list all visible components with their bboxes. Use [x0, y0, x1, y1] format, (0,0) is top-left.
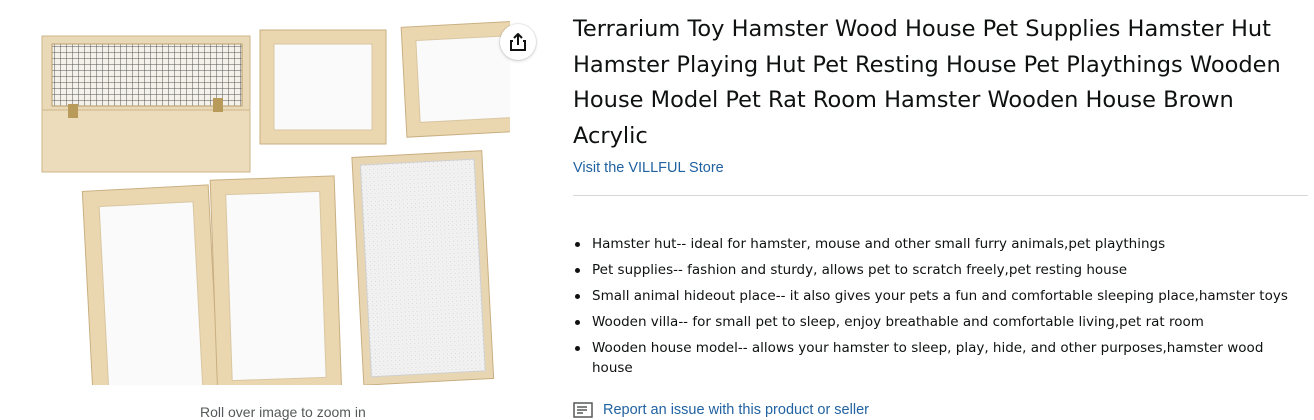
share-icon: [510, 33, 526, 51]
feature-bullet-text: Small animal hideout place-- it also giv…: [592, 288, 1288, 304]
zoom-hint: Roll over image to zoom in: [200, 404, 366, 420]
bullet-icon: [575, 294, 580, 299]
feature-bullet-text: Hamster hut-- ideal for hamster, mouse a…: [592, 236, 1166, 252]
tall-frame-piece: [209, 175, 343, 385]
mesh-panel-piece: [41, 35, 251, 173]
feature-bullet-text: Pet supplies-- fashion and sturdy, allow…: [592, 262, 1128, 278]
store-link[interactable]: Visit the VILLFUL Store: [573, 160, 724, 176]
divider: [573, 195, 1308, 196]
small-frame-piece: [259, 29, 387, 145]
product-title: Terrarium Toy Hamster Wood House Pet Sup…: [573, 16, 1281, 149]
report-issue-label: Report an issue with this product or sel…: [603, 402, 869, 418]
product-image[interactable]: [30, 10, 510, 385]
bullet-icon: [575, 242, 580, 247]
feature-bullet: Small animal hideout place-- it also giv…: [573, 286, 1308, 306]
report-icon: [573, 402, 593, 418]
tall-frame-piece: [81, 184, 220, 385]
feature-bullet: Pet supplies-- fashion and sturdy, allow…: [573, 260, 1308, 280]
bullet-icon: [575, 320, 580, 325]
small-frame-piece: [400, 20, 510, 138]
report-issue-link[interactable]: Report an issue with this product or sel…: [573, 402, 869, 418]
bullet-icon: [575, 268, 580, 273]
feature-bullet: Wooden house model-- allows your hamster…: [573, 338, 1308, 378]
image-pane: Roll over image to zoom in: [0, 0, 560, 420]
feature-bullets: Hamster hut-- ideal for hamster, mouse a…: [573, 234, 1308, 384]
feature-bullet-text: Wooden house model-- allows your hamster…: [592, 340, 1264, 376]
feature-bullet-text: Wooden villa-- for small pet to sleep, e…: [592, 314, 1204, 330]
acrylic-panel-piece: [351, 150, 495, 385]
product-details: Terrarium Toy Hamster Wood House Pet Sup…: [573, 12, 1308, 177]
bullet-icon: [575, 346, 580, 351]
feature-bullet: Hamster hut-- ideal for hamster, mouse a…: [573, 234, 1308, 254]
share-button[interactable]: [500, 24, 536, 60]
feature-bullet: Wooden villa-- for small pet to sleep, e…: [573, 312, 1308, 332]
